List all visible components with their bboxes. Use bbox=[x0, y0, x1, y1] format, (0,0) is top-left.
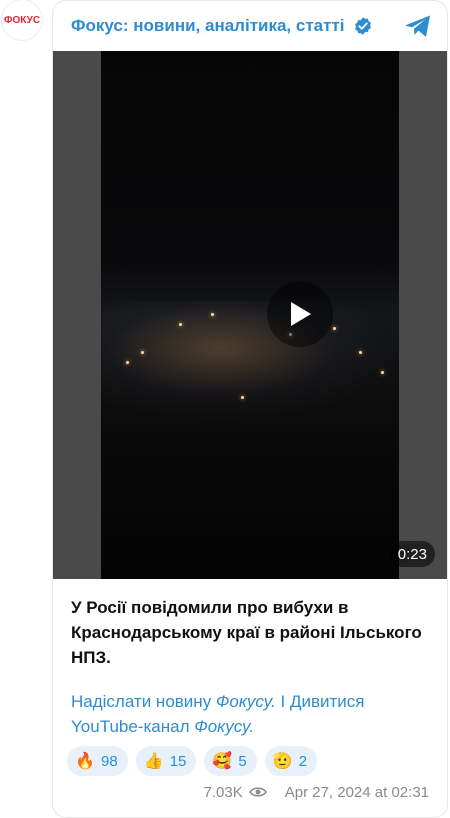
link-separator: І bbox=[275, 692, 290, 711]
view-count: 7.03K bbox=[203, 783, 243, 801]
city-light bbox=[211, 313, 214, 316]
city-light bbox=[241, 396, 244, 399]
eye-icon bbox=[248, 787, 267, 797]
channel-name[interactable]: Фокус: новини, аналітика, статті bbox=[71, 16, 345, 36]
reaction-count: 2 bbox=[298, 752, 308, 770]
city-light bbox=[333, 327, 336, 330]
city-light bbox=[126, 361, 129, 364]
play-icon bbox=[291, 302, 311, 326]
reaction-count: 5 bbox=[238, 752, 247, 770]
thumbs-up-icon: 👍 bbox=[143, 753, 164, 770]
city-light bbox=[359, 351, 362, 354]
post-links: Надіслати новину Фокусу. І Дивитися YouT… bbox=[71, 689, 431, 739]
post-date: Apr 27, 2024 at 02:31 bbox=[284, 783, 429, 801]
salute-icon: 🫡 bbox=[272, 753, 293, 770]
reaction-salute[interactable]: 🫡 2 bbox=[264, 746, 318, 776]
reaction-heart-face[interactable]: 🥰 5 bbox=[204, 746, 257, 776]
city-lights bbox=[101, 301, 399, 421]
video-duration: 0:23 bbox=[389, 541, 435, 567]
post-header: Фокус: новини, аналітика, статті bbox=[53, 1, 447, 51]
avatar-logo-text: ФОКУС bbox=[3, 14, 41, 26]
city-light bbox=[141, 351, 144, 354]
reaction-count: 98 bbox=[101, 752, 118, 770]
fire-icon: 🔥 bbox=[75, 753, 95, 770]
post-text: У Росії повідомили про вибухи в Краснода… bbox=[71, 598, 422, 667]
play-button[interactable] bbox=[267, 281, 333, 347]
video-frame bbox=[101, 51, 399, 579]
city-light bbox=[381, 371, 384, 374]
post-card: Фокус: новини, аналітика, статті 0:23 У … bbox=[52, 0, 448, 818]
reaction-count: 15 bbox=[169, 752, 187, 770]
smiling-face-hearts-icon: 🥰 bbox=[212, 753, 233, 770]
city-light bbox=[179, 323, 182, 326]
channel-avatar[interactable]: ФОКУС bbox=[2, 0, 42, 40]
reactions-bar: 🔥 98 👍 15 🥰 5 🫡 2 bbox=[67, 746, 318, 776]
video-player[interactable]: 0:23 bbox=[53, 51, 447, 579]
reaction-thumbs-up[interactable]: 👍 15 bbox=[135, 746, 197, 776]
telegram-icon[interactable] bbox=[403, 13, 433, 39]
post-meta: 7.03K Apr 27, 2024 at 02:31 bbox=[204, 781, 429, 803]
submit-news-link[interactable]: Надіслати новину Фокусу. bbox=[71, 692, 276, 711]
verified-badge-icon bbox=[354, 17, 371, 35]
reaction-fire[interactable]: 🔥 98 bbox=[67, 746, 128, 776]
